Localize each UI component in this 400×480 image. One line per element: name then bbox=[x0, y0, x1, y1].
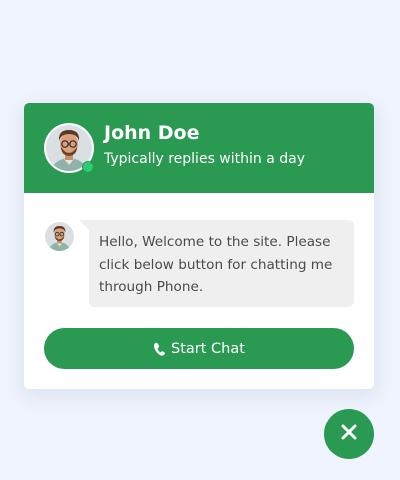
message-text: Hello, Welcome to the site. Please click… bbox=[99, 234, 333, 295]
close-chat-button[interactable] bbox=[324, 409, 374, 459]
online-status-indicator bbox=[82, 161, 94, 173]
start-chat-label: Start Chat bbox=[171, 340, 245, 357]
start-chat-button[interactable]: Start Chat bbox=[44, 328, 354, 369]
chat-header: John Doe Typically replies within a day bbox=[24, 103, 374, 193]
message-bubble: Hello, Welcome to the site. Please click… bbox=[79, 220, 354, 307]
phone-icon bbox=[153, 342, 165, 356]
agent-name: John Doe bbox=[104, 122, 200, 144]
agent-status-text: Typically replies within a day bbox=[104, 151, 306, 167]
close-icon bbox=[341, 424, 357, 444]
chat-widget: John Doe Typically replies within a day … bbox=[24, 103, 374, 389]
message-avatar bbox=[45, 222, 74, 251]
